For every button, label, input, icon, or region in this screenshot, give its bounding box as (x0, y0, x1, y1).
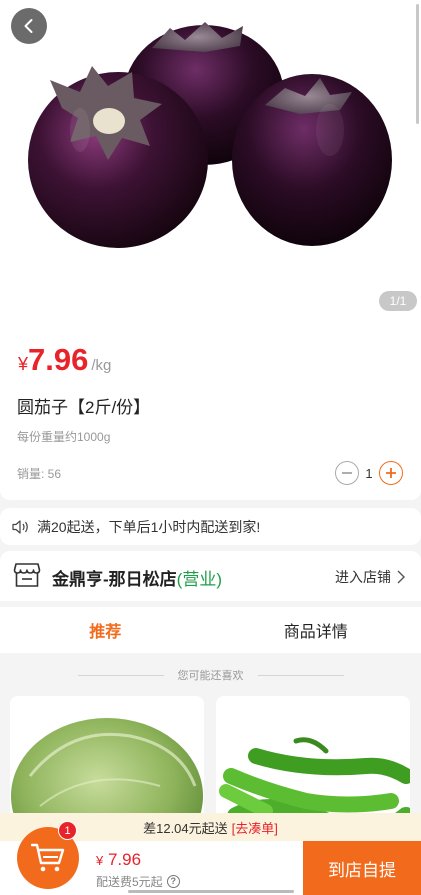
total-value: 7.96 (107, 850, 142, 869)
detail-tabs: 推荐 商品详情 (0, 607, 421, 653)
quantity-stepper: 1 (335, 461, 403, 485)
cart-count-badge: 1 (58, 821, 77, 840)
product-image-area: 1/1 (0, 0, 421, 322)
product-weight-note: 每份重量约1000g (17, 430, 111, 444)
min-order-text: 差12.04元起送 (143, 820, 228, 836)
price-value: 7.96 (28, 342, 89, 377)
recommend-title: 您可能还喜欢 (0, 668, 421, 682)
plus-icon (386, 468, 396, 478)
product-price: ¥7.96/kg (18, 342, 111, 378)
enter-store-label: 进入店铺 (335, 569, 391, 585)
help-icon[interactable]: ? (166, 875, 180, 888)
tab-product-details[interactable]: 商品详情 (211, 607, 421, 653)
delivery-notice: 满20起送，下单后1小时内配送到家! (0, 508, 421, 545)
increase-button[interactable] (379, 461, 403, 485)
recommend-title-text: 您可能还喜欢 (177, 670, 244, 682)
back-arrow-icon (24, 19, 33, 33)
price-unit: /kg (91, 357, 112, 374)
store-name-text: 金鼎亨-那日松店 (52, 570, 177, 589)
quantity-value: 1 (365, 465, 373, 481)
store-row[interactable]: 金鼎亨-那日松店(营业) 进入店铺 (0, 551, 421, 601)
page-scrollbar[interactable] (416, 4, 419, 124)
delivery-fee-text: 配送费5元起 (96, 875, 163, 889)
store-status: (营业) (176, 570, 222, 589)
image-pager: 1/1 (379, 291, 417, 311)
product-name: 圆茄子【2斤/份】 (17, 398, 151, 417)
checkout-bar: 1 ¥ 7.96 配送费5元起 ? 到店自提 (0, 821, 421, 895)
cart-icon (31, 843, 65, 872)
price-currency: ¥ (18, 354, 29, 374)
total-currency: ¥ (96, 853, 104, 868)
product-detail-page: 1/1 ¥7.96/kg 圆茄子【2斤/份】 每份重量约1000g 销量: 56… (0, 0, 421, 895)
enter-store-link[interactable]: 进入店铺 (335, 567, 405, 587)
notice-text: 满20起送，下单后1小时内配送到家! (37, 518, 261, 535)
product-info-card: ¥7.96/kg 圆茄子【2斤/份】 每份重量约1000g 销量: 56 1 (0, 322, 421, 500)
tab-recommend[interactable]: 推荐 (0, 607, 211, 653)
delivery-fee: 配送费5元起 ? (96, 873, 180, 890)
speaker-icon (12, 519, 28, 534)
decrease-button[interactable] (335, 461, 359, 485)
chevron-right-icon (397, 570, 405, 584)
store-pickup-button[interactable]: 到店自提 (303, 841, 421, 895)
product-image (28, 22, 392, 248)
store-icon (13, 563, 41, 587)
minus-icon (342, 472, 352, 474)
store-name: 金鼎亨-那日松店(营业) (52, 565, 222, 590)
cart-bar: 差12.04元起送 [去凑单] 1 ¥ 7.96 配送费5元起 ? 到店自提 (0, 813, 421, 895)
cart-total: ¥ 7.96 (96, 850, 141, 870)
back-button[interactable] (11, 8, 47, 44)
sales-count: 销量: 56 (17, 467, 62, 481)
divider-line-right (257, 674, 344, 676)
add-more-link[interactable]: [去凑单] (232, 818, 278, 837)
home-indicator (128, 890, 294, 893)
divider-line-left (77, 674, 164, 676)
